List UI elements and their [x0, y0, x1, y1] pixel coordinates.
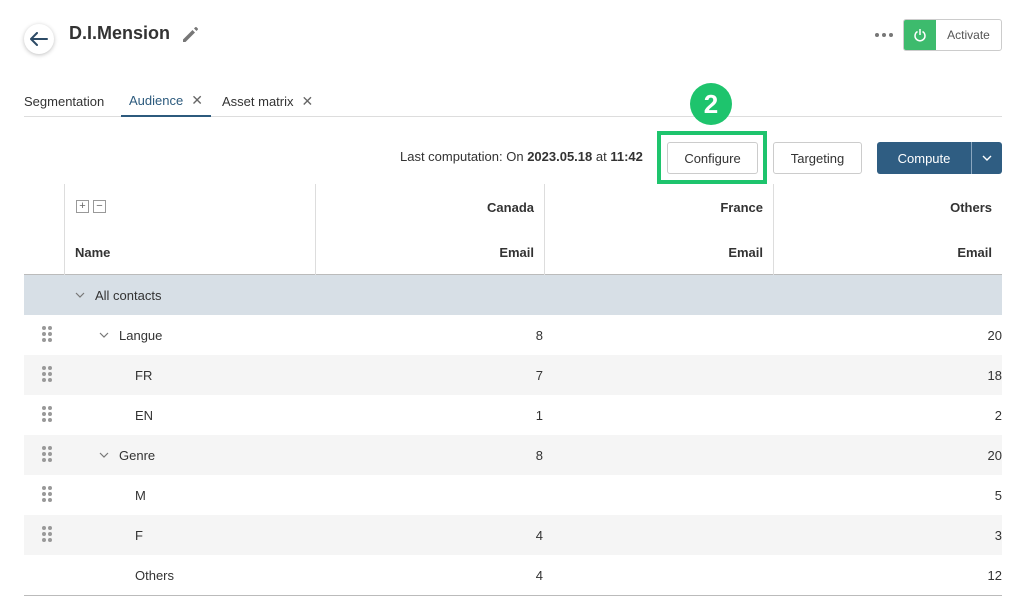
- last-computation: Last computation: On 2023.05.18 at 11:42: [400, 149, 643, 164]
- back-button[interactable]: [24, 24, 54, 54]
- table-row[interactable]: Langue 8 20: [24, 315, 1002, 355]
- table-row[interactable]: FR 7 18: [24, 355, 1002, 395]
- column-subheader-canada-email: Email: [499, 245, 534, 260]
- name-column-header: Name: [75, 245, 111, 260]
- chevron-down-icon[interactable]: [99, 329, 113, 341]
- expand-collapse-controls: + −: [76, 200, 106, 213]
- row-label: All contacts: [75, 275, 161, 315]
- row-label: Others: [135, 555, 174, 595]
- cell-canada-email: 8: [535, 447, 543, 463]
- tab-label: Audience: [129, 93, 184, 108]
- cell-canada-email: 1: [535, 407, 543, 423]
- drag-handle-icon[interactable]: [41, 525, 53, 543]
- table-row[interactable]: M5: [24, 475, 1002, 515]
- table-group-row[interactable]: All contacts: [24, 275, 1002, 315]
- column-subheader-france-email: Email: [728, 245, 763, 260]
- row-label: EN: [135, 395, 153, 435]
- drag-handle-icon[interactable]: [41, 405, 53, 423]
- row-label-text: Genre: [119, 447, 156, 463]
- cell-others-email: 18: [987, 367, 1002, 383]
- power-icon: [904, 20, 936, 50]
- compute-button[interactable]: Compute: [877, 142, 971, 174]
- cell-canada-email: [324, 275, 543, 315]
- arrow-left-icon: [30, 32, 48, 46]
- cell-canada-email: 7: [535, 367, 543, 383]
- row-label-text: Others: [135, 567, 175, 583]
- more-options-icon[interactable]: [872, 25, 896, 45]
- drag-handle-icon[interactable]: [41, 365, 53, 383]
- expand-all-icon[interactable]: +: [76, 200, 89, 213]
- drag-handle-icon[interactable]: [41, 325, 53, 343]
- table-row[interactable]: EN 1 2: [24, 395, 1002, 435]
- chevron-down-icon[interactable]: [99, 449, 113, 461]
- row-label: Langue: [99, 315, 162, 355]
- step-badge: 2: [690, 83, 732, 125]
- activate-label: Activate: [947, 28, 990, 42]
- chevron-down-icon[interactable]: [971, 142, 1002, 174]
- page-title: D.I.Mension: [69, 23, 171, 43]
- cell-others-email: 5: [994, 487, 1002, 503]
- close-icon[interactable]: ✕: [302, 93, 314, 110]
- table-row[interactable]: Others 4 12: [24, 555, 1002, 595]
- row-label-text: All contacts: [95, 287, 162, 303]
- table-bottom-border: [24, 595, 1002, 596]
- cell-canada-email: 8: [535, 327, 543, 343]
- row-label-text: EN: [135, 407, 154, 423]
- collapse-all-icon[interactable]: −: [93, 200, 106, 213]
- tab-segmentation[interactable]: Segmentation: [24, 86, 104, 117]
- chevron-down-icon[interactable]: [75, 289, 89, 301]
- column-header-others: Others: [950, 200, 992, 215]
- table-header: + − Name Canada France Others Email Emai…: [24, 184, 1002, 275]
- drag-handle-icon[interactable]: [41, 485, 53, 503]
- table-row[interactable]: Genre 8 20: [24, 435, 1002, 475]
- tab-label: Segmentation: [24, 94, 105, 109]
- cell-canada-email: 4: [535, 527, 543, 543]
- column-header-canada: Canada: [487, 200, 534, 215]
- targeting-button[interactable]: Targeting: [773, 142, 862, 174]
- row-label: F: [135, 515, 143, 555]
- tab-asset-matrix[interactable]: Asset matrix ✕: [222, 86, 313, 117]
- configure-button[interactable]: Configure: [667, 142, 758, 174]
- tab-audience[interactable]: Audience ✕: [121, 86, 211, 117]
- cell-canada-email: [324, 475, 543, 515]
- cell-others-email: 12: [987, 567, 1002, 583]
- tab-bar: Segmentation Audience ✕ Asset matrix ✕: [24, 86, 1002, 117]
- cell-others-email: 3: [994, 527, 1002, 543]
- cell-others-email: 2: [994, 407, 1002, 423]
- pencil-icon[interactable]: [180, 24, 200, 44]
- row-label-text: FR: [135, 367, 153, 383]
- drag-handle-icon[interactable]: [41, 445, 53, 463]
- column-header-france: France: [720, 200, 763, 215]
- activate-button[interactable]: Activate: [903, 19, 1002, 51]
- row-label: Genre: [99, 435, 155, 475]
- table-row[interactable]: F 4 3: [24, 515, 1002, 555]
- row-label-text: M: [135, 487, 146, 503]
- cell-others-email: 20: [987, 447, 1002, 463]
- compute-button-group: Compute: [877, 142, 1002, 174]
- cell-others-email: 20: [987, 327, 1002, 343]
- row-label-text: F: [135, 527, 143, 543]
- row-label: FR: [135, 355, 152, 395]
- cell-others-email: [782, 275, 1002, 315]
- row-label: M: [135, 475, 146, 515]
- column-subheader-others-email: Email: [957, 245, 992, 260]
- tab-label: Asset matrix: [222, 94, 294, 109]
- row-label-text: Langue: [119, 327, 163, 343]
- close-icon[interactable]: ✕: [191, 92, 203, 109]
- cell-canada-email: 4: [535, 567, 543, 583]
